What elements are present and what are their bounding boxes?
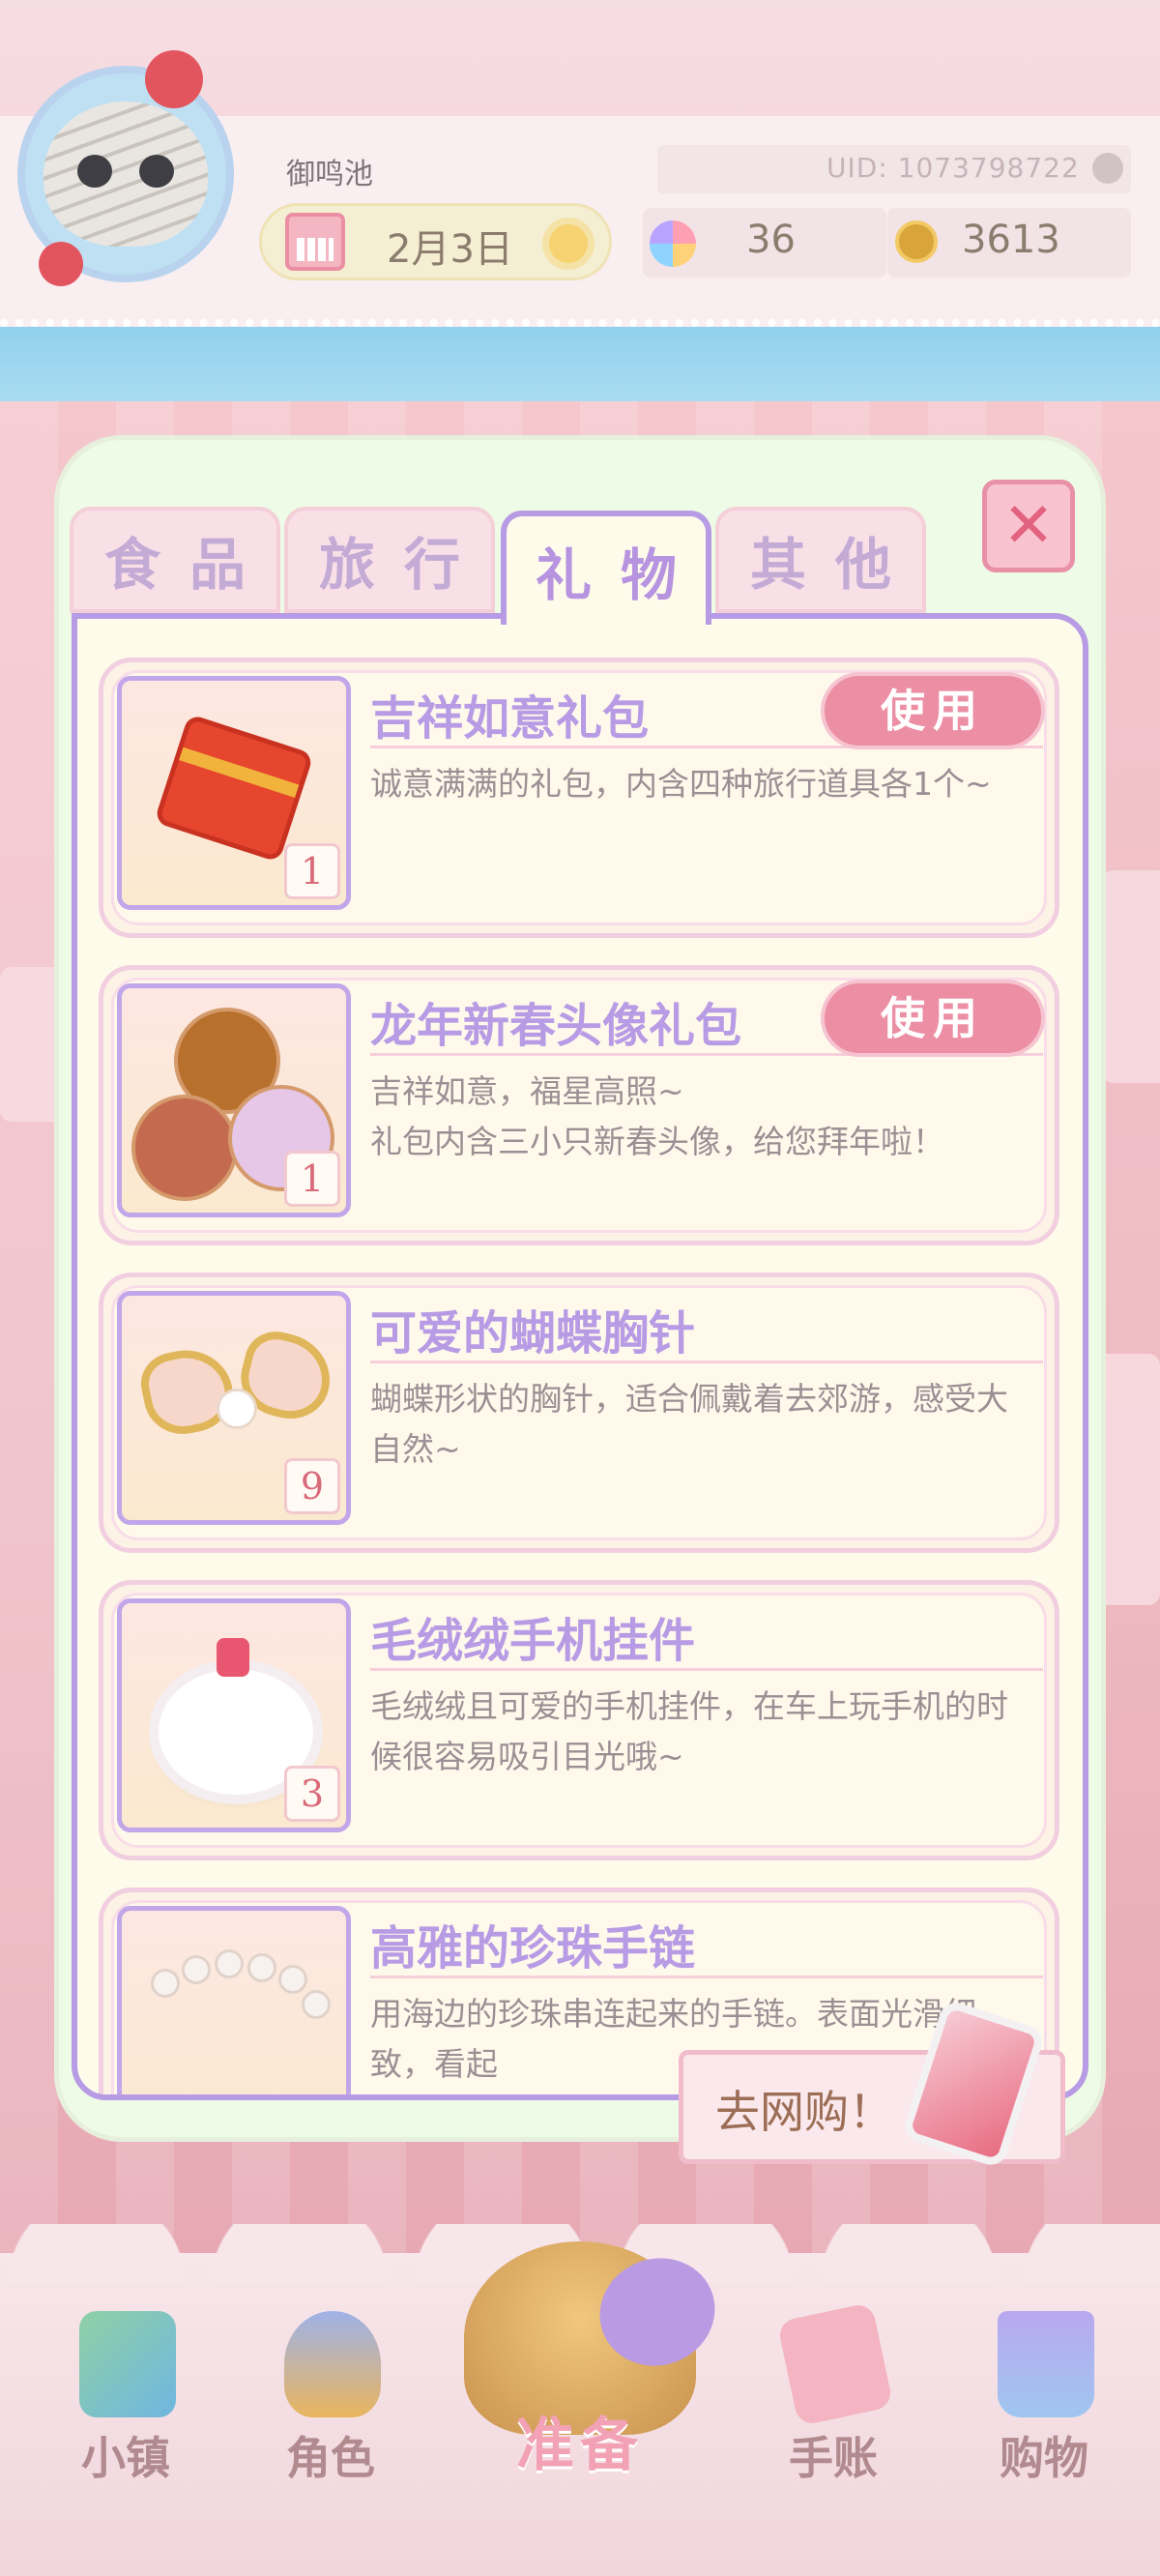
rose-decoration-icon xyxy=(145,50,203,108)
mummy-avatar-icon xyxy=(44,102,208,247)
nav-label: 购物 xyxy=(1000,2432,1088,2484)
tab-travel[interactable]: 旅行 xyxy=(284,507,495,613)
pearl-bracelet-icon xyxy=(278,1965,307,1994)
pearl-icon xyxy=(217,1389,257,1429)
item-title: 毛绒绒手机挂件 xyxy=(370,1614,696,1668)
tab-other[interactable]: 其他 xyxy=(715,507,926,613)
nav-item-prepare[interactable]: 准备 xyxy=(464,2398,696,2482)
nav-item-town[interactable]: 小镇 xyxy=(39,2301,213,2495)
coin-icon xyxy=(895,220,938,263)
item-title: 吉祥如意礼包 xyxy=(370,691,650,746)
pearl-bracelet-icon xyxy=(302,1990,331,2019)
use-button[interactable]: 使用 xyxy=(821,672,1045,749)
background-sky xyxy=(0,319,1160,401)
use-button[interactable]: 使用 xyxy=(821,980,1045,1057)
map-icon xyxy=(79,2311,176,2417)
charm-tag-icon xyxy=(217,1638,249,1677)
close-button[interactable]: ✕ xyxy=(982,480,1075,572)
pearl-bracelet-icon xyxy=(151,1969,180,1998)
rose-decoration-icon xyxy=(39,242,83,286)
nav-item-journal[interactable]: 手账 xyxy=(746,2301,920,2495)
avatar-pack-icon xyxy=(131,1095,238,1201)
list-item: 3 毛绒绒手机挂件 毛绒绒且可爱的手机挂件，在车上玩手机的时候很容易吸引目光哦~ xyxy=(99,1580,1059,1860)
divider xyxy=(370,1976,1043,1978)
item-title: 龙年新春头像礼包 xyxy=(370,999,742,1053)
journal-icon xyxy=(776,2301,894,2427)
nav-label: 小镇 xyxy=(81,2432,170,2484)
item-thumbnail: 9 xyxy=(117,1291,351,1525)
uid-label: UID: 1073798722 xyxy=(826,152,1080,184)
item-thumbnail: 1 xyxy=(117,983,351,1217)
nav-item-shopping[interactable]: 购物 xyxy=(957,2301,1131,2495)
character-icon xyxy=(284,2311,381,2417)
shopping-bag-icon xyxy=(998,2311,1094,2417)
red-packet-icon xyxy=(154,713,314,864)
divider xyxy=(370,1668,1043,1671)
tab-gift[interactable]: 礼物 xyxy=(501,511,711,625)
flower-currency-icon xyxy=(650,220,696,267)
pearl-bracelet-icon xyxy=(182,1955,211,1984)
nav-item-character[interactable]: 角色 xyxy=(244,2301,418,2495)
list-item: 1 吉祥如意礼包 诚意满满的礼包，内含四种旅行道具各1个~ 使用 xyxy=(99,658,1059,938)
item-count: 1 xyxy=(284,1151,340,1207)
copy-icon[interactable] xyxy=(1092,153,1123,184)
online-shop-label[interactable]: 去网购！ xyxy=(715,2077,893,2141)
list-item: 9 可爱的蝴蝶胸针 蝴蝶形状的胸针，适合佩戴着去郊游，感受大自然~ xyxy=(99,1273,1059,1553)
calendar-icon xyxy=(285,213,345,271)
pearl-bracelet-icon xyxy=(247,1953,276,1982)
sun-weather-icon xyxy=(549,224,588,263)
divider xyxy=(370,1361,1043,1363)
item-description: 吉祥如意，福星高照~ 礼包内含三小只新春头像，给您拜年啦！ xyxy=(370,1072,944,1160)
nav-label: 角色 xyxy=(286,2432,375,2484)
item-title: 可爱的蝴蝶胸针 xyxy=(370,1306,696,1361)
tab-food[interactable]: 食品 xyxy=(70,507,280,613)
flower-count: 36 xyxy=(746,218,796,262)
coin-count: 3613 xyxy=(962,218,1060,262)
player-name: 御鸣池 xyxy=(286,158,373,191)
item-count: 9 xyxy=(284,1458,340,1514)
item-thumbnail xyxy=(117,1906,351,2094)
item-description: 蝴蝶形状的胸针，适合佩戴着去郊游，感受大自然~ xyxy=(370,1380,1008,1468)
item-thumbnail: 3 xyxy=(117,1598,351,1832)
close-icon: ✕ xyxy=(1002,490,1055,562)
item-description: 毛绒绒且可爱的手机挂件，在车上玩手机的时候很容易吸引目光哦~ xyxy=(370,1687,1008,1775)
side-decoration xyxy=(1102,870,1160,1083)
nav-label: 手账 xyxy=(789,2432,878,2484)
item-title: 高雅的珍珠手链 xyxy=(370,1921,696,1976)
date-text: 2月3日 xyxy=(387,227,513,272)
item-list[interactable]: 1 吉祥如意礼包 诚意满满的礼包，内含四种旅行道具各1个~ 使用 1 龙年新春头… xyxy=(72,613,1088,2100)
pearl-bracelet-icon xyxy=(215,1949,244,1978)
item-description: 诚意满满的礼包，内含四种旅行道具各1个~ xyxy=(370,765,992,803)
item-count: 1 xyxy=(284,843,340,899)
list-item: 1 龙年新春头像礼包 吉祥如意，福星高照~ 礼包内含三小只新春头像，给您拜年啦！… xyxy=(99,965,1059,1245)
item-thumbnail: 1 xyxy=(117,676,351,910)
item-count: 3 xyxy=(284,1766,340,1822)
